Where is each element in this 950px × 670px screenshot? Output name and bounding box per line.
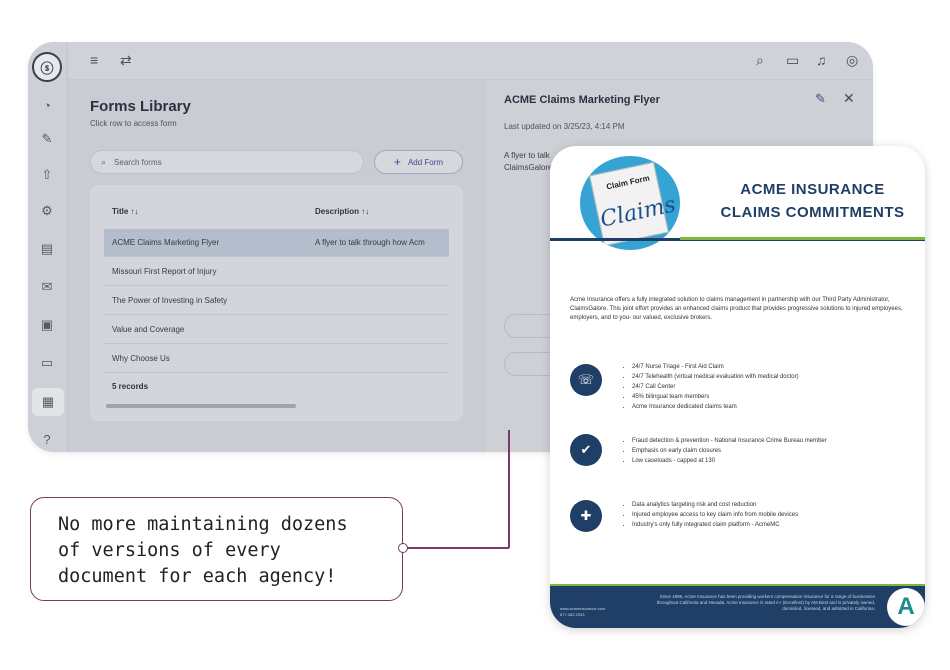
row-title: Missouri First Report of Injury (112, 267, 217, 276)
row-title: The Power of Investing in Safety (112, 296, 228, 305)
search-input[interactable]: ⌕ Search forms (90, 150, 364, 174)
help-doc-icon[interactable]: ? (38, 430, 56, 448)
section-list-2: Fraud detection & prevention - National … (622, 436, 827, 466)
list-item: Emphasis on early claim closures (632, 446, 827, 456)
claims-logo: Claim Form Claims (580, 156, 680, 250)
footer-phone: 877.282.2333 (560, 612, 585, 617)
column-header-description[interactable]: Description ↑↓ (315, 207, 369, 216)
footer-contact: www.acmeinsurance.com 877.282.2333 (560, 606, 605, 618)
horizontal-scrollbar[interactable] (106, 404, 296, 408)
acme-logo: A (887, 588, 925, 626)
page-subtitle: Click row to access form (90, 119, 177, 128)
table-row[interactable]: Value and Coverage (104, 316, 449, 344)
record-count: 5 records (112, 382, 149, 391)
forms-icon[interactable]: ▦ (32, 388, 64, 416)
add-form-label: Add Form (407, 157, 444, 167)
divider-accent (680, 237, 925, 240)
list-item: Data analytics targeting risk and cost r… (632, 500, 798, 510)
list-item: 24/7 Nurse Triage - First Aid Claim (632, 362, 799, 372)
table-row[interactable]: Why Choose Us (104, 345, 449, 373)
row-title: Value and Coverage (112, 325, 185, 334)
list-item: 45% bilingual team members (632, 392, 799, 402)
section-list-1: 24/7 Nurse Triage - First Aid Claim 24/7… (622, 362, 799, 412)
app-logo[interactable]: ⓢ (32, 52, 62, 82)
phone-icon: ☏ (570, 364, 602, 396)
callout-connector (508, 430, 510, 548)
top-bar: ≡ ⇄ ⌕ ▭ ♫ ◎ (68, 42, 873, 80)
section-list-3: Data analytics targeting risk and cost r… (622, 500, 798, 530)
table-row[interactable]: Missouri First Report of Injury (104, 258, 449, 286)
swap-icon[interactable]: ⇄ (120, 52, 132, 69)
callout-connector (403, 547, 509, 549)
bell-icon[interactable]: ♫ (816, 52, 827, 68)
briefcase-check-icon: ✔ (570, 434, 602, 466)
callout-anchor (398, 543, 408, 553)
flyer-heading-line2: CLAIMS COMMITMENTS (720, 204, 905, 221)
search-placeholder: Search forms (114, 157, 162, 167)
search-icon: ⌕ (101, 156, 107, 167)
flyer-heading-line1: ACME INSURANCE (740, 181, 885, 198)
row-title: Why Choose Us (112, 354, 170, 363)
stage: ⓢ ◔ ✎ ⇧ ⚙ ▤ ✉ ▣ ▭ ▦ ? ≡ ⇄ ⌕ ▭ ♫ ◎ Forms … (0, 0, 950, 670)
list-item: Acme Insurance dedicated claims team (632, 402, 799, 412)
list-item: Injured employee access to key claim inf… (632, 510, 798, 520)
page-title: Forms Library (90, 98, 191, 115)
footer-text: Since 1996, Acme Insurance has been prov… (656, 594, 875, 611)
edit-doc-icon[interactable]: ✎ (38, 130, 56, 148)
row-title: ACME Claims Marketing Flyer (112, 238, 220, 247)
plus-icon: + (393, 155, 401, 169)
edit-icon[interactable]: ✎ (815, 91, 826, 107)
callout-box: No more maintaining dozens of versions o… (30, 497, 403, 601)
search-icon[interactable]: ⌕ (756, 52, 764, 69)
callout-text: No more maintaining dozens of versions o… (58, 514, 348, 587)
add-form-button[interactable]: + Add Form (374, 150, 463, 174)
table-row[interactable]: ACME Claims Marketing Flyer A flyer to t… (104, 229, 449, 257)
forms-library-panel: Forms Library Click row to access form ⌕… (68, 80, 484, 452)
inbox-icon[interactable]: ▭ (786, 52, 799, 69)
list-item: Industry's only fully integrated claim p… (632, 520, 798, 530)
close-icon[interactable]: ✕ (843, 90, 855, 107)
user-icon[interactable]: ◎ (846, 52, 858, 69)
menu-icon[interactable]: ≡ (90, 52, 98, 68)
list-item: Low caseloads - capped at 130 (632, 456, 827, 466)
table-row[interactable]: The Power of Investing in Safety (104, 287, 449, 315)
list-item: Fraud detection & prevention - National … (632, 436, 827, 446)
list-item: 24/7 Telehealth (virtual medical evaluat… (632, 372, 799, 382)
upload-icon[interactable]: ⇧ (38, 166, 56, 184)
column-header-title[interactable]: Title ↑↓ (112, 207, 139, 216)
document-icon[interactable]: ▤ (38, 240, 56, 258)
flyer-heading: ACME INSURANCE CLAIMS COMMITMENTS (700, 178, 925, 224)
row-description: A flyer to talk through how Acm (315, 238, 425, 247)
list-item: 24/7 Call Center (632, 382, 799, 392)
nav-rail: ⓢ ◔ ✎ ⇧ ⚙ ▤ ✉ ▣ ▭ ▦ ? (28, 42, 68, 452)
forms-table: Title ↑↓ Description ↑↓ ACME Claims Mark… (90, 185, 463, 421)
clipboard-icon[interactable]: ▣ (38, 316, 56, 334)
doc-settings-icon[interactable]: ⚙ (38, 202, 56, 220)
last-updated: Last updated on 3/25/23, 4:14 PM (504, 122, 625, 131)
flyer-intro: Acme Insurance offers a fully integrated… (570, 297, 903, 321)
pie-chart-icon[interactable]: ◔ (38, 96, 56, 114)
mail-icon[interactable]: ✉ (38, 278, 56, 296)
detail-title: ACME Claims Marketing Flyer (504, 94, 660, 106)
flyer-preview: Claim Form Claims ACME INSURANCE CLAIMS … (550, 146, 925, 628)
flyer-footer: Since 1996, Acme Insurance has been prov… (550, 586, 925, 628)
card-icon[interactable]: ▭ (38, 354, 56, 372)
medical-doc-icon: ✚ (570, 500, 602, 532)
